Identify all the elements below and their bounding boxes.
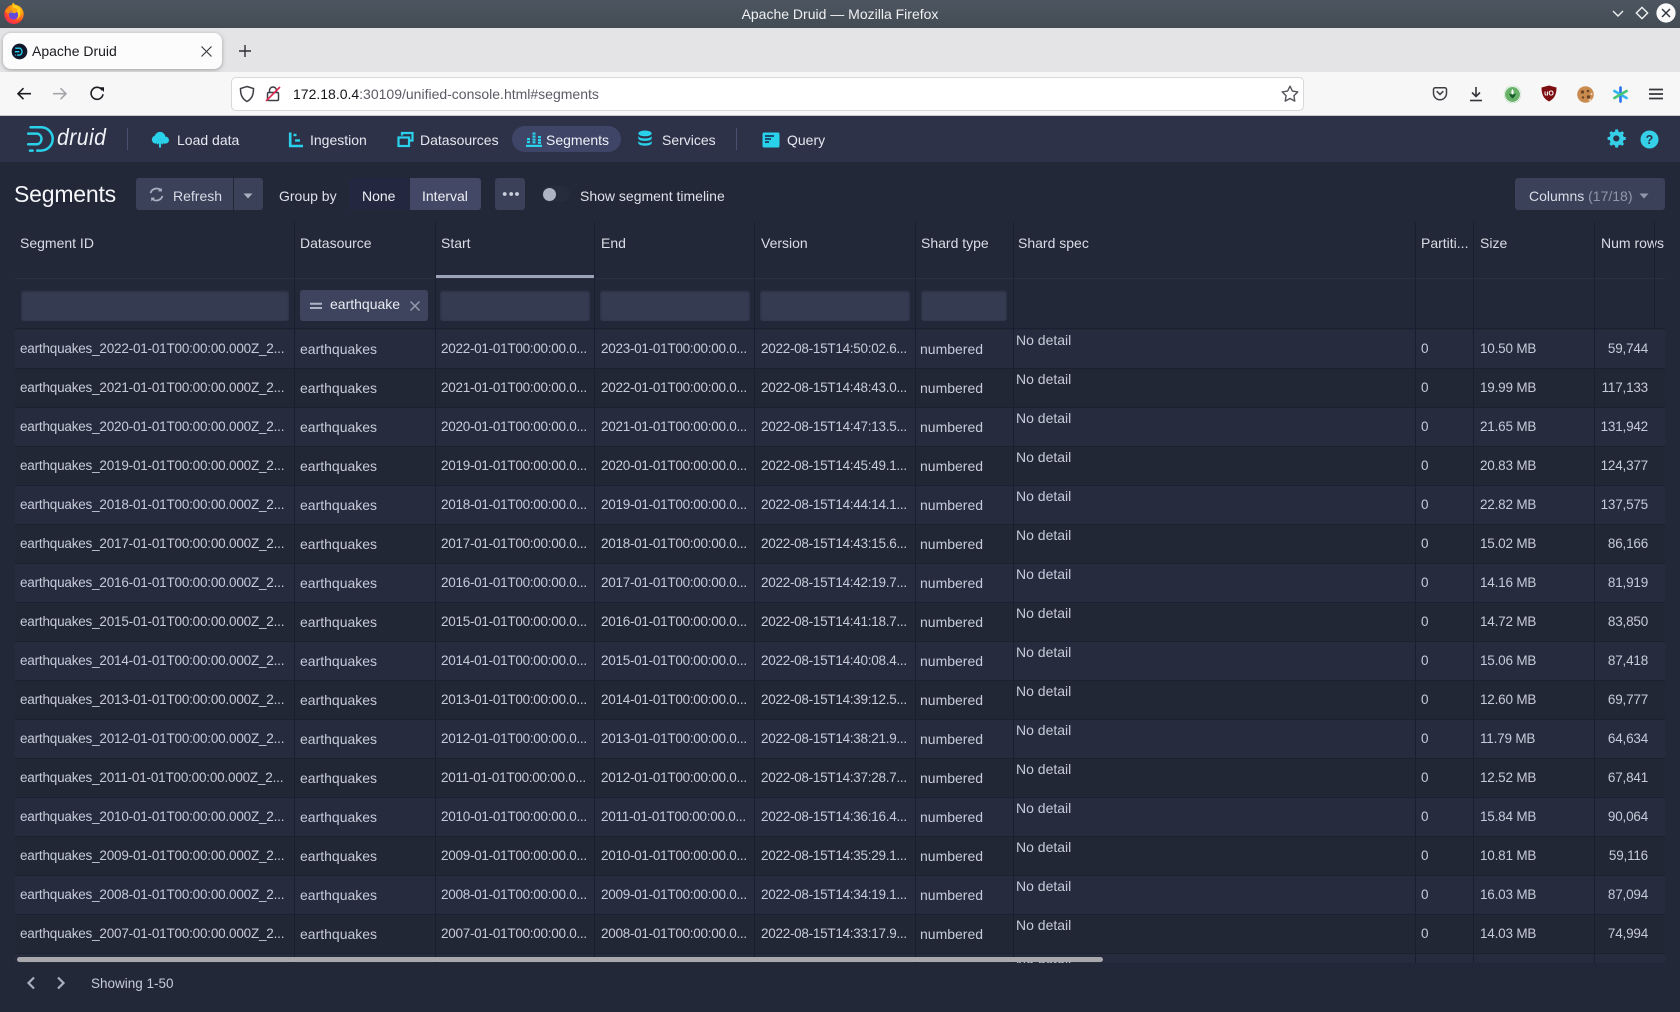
svg-text:uO: uO xyxy=(1544,91,1554,98)
svg-text:?: ? xyxy=(1646,133,1654,147)
